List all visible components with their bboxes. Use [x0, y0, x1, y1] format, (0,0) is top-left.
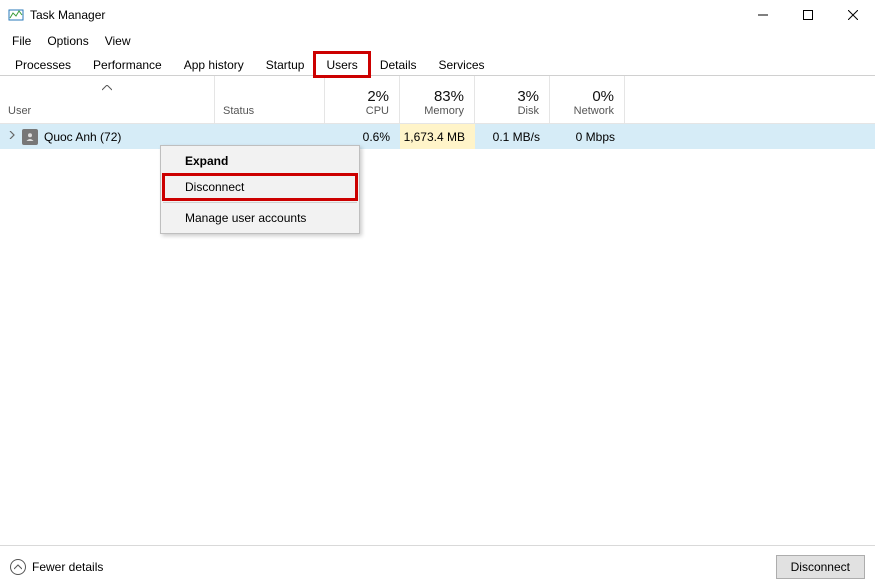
menu-bar: File Options View: [0, 30, 875, 52]
network-percent: 0%: [592, 88, 614, 105]
disk-label: Disk: [518, 105, 539, 117]
tab-users[interactable]: Users: [315, 53, 368, 76]
tab-processes[interactable]: Processes: [4, 53, 82, 76]
user-avatar-icon: [22, 129, 38, 145]
chevron-up-circle-icon: [10, 559, 26, 575]
memory-percent: 83%: [434, 88, 464, 105]
user-name: Quoc Anh (72): [44, 130, 121, 144]
window-title: Task Manager: [30, 8, 740, 22]
title-bar: Task Manager: [0, 0, 875, 30]
fewer-details-label: Fewer details: [32, 560, 103, 574]
expand-caret-icon[interactable]: [8, 131, 16, 142]
maximize-button[interactable]: [785, 0, 830, 30]
tab-details[interactable]: Details: [369, 53, 428, 76]
fewer-details-button[interactable]: Fewer details: [10, 559, 103, 575]
network-label: Network: [574, 105, 614, 117]
column-header-disk[interactable]: 3% Disk: [475, 76, 550, 123]
disk-percent: 3%: [517, 88, 539, 105]
context-menu: Expand Disconnect Manage user accounts: [160, 145, 360, 234]
cpu-percent: 2%: [367, 88, 389, 105]
column-header-row: User Status 2% CPU 83% Memory 3% Disk 0%…: [0, 76, 875, 124]
memory-label: Memory: [424, 105, 464, 117]
sort-chevron-icon: [102, 80, 112, 94]
user-cell: Quoc Anh (72): [0, 129, 215, 145]
memory-cell: 1,673.4 MB: [400, 124, 475, 149]
menu-file[interactable]: File: [4, 32, 39, 50]
menu-view[interactable]: View: [97, 32, 139, 50]
column-label-status: Status: [223, 105, 254, 117]
close-button[interactable]: [830, 0, 875, 30]
disconnect-button[interactable]: Disconnect: [776, 555, 865, 579]
tab-services[interactable]: Services: [428, 53, 496, 76]
column-header-status[interactable]: Status: [215, 76, 325, 123]
app-icon: [8, 7, 24, 23]
cpu-cell: 0.6%: [325, 130, 400, 144]
network-cell: 0 Mbps: [550, 130, 625, 144]
footer-bar: Fewer details Disconnect: [0, 545, 875, 587]
disk-cell: 0.1 MB/s: [475, 130, 550, 144]
tab-app-history[interactable]: App history: [173, 53, 255, 76]
cpu-label: CPU: [366, 105, 389, 117]
column-header-network[interactable]: 0% Network: [550, 76, 625, 123]
tab-startup[interactable]: Startup: [255, 53, 316, 76]
tab-strip: Processes Performance App history Startu…: [0, 52, 875, 76]
menu-options[interactable]: Options: [39, 32, 96, 50]
context-menu-separator: [163, 202, 357, 203]
user-row[interactable]: Quoc Anh (72) 0.6% 1,673.4 MB 0.1 MB/s 0…: [0, 124, 875, 149]
window-controls: [740, 0, 875, 30]
column-header-user[interactable]: User: [0, 76, 215, 123]
context-menu-disconnect[interactable]: Disconnect: [163, 174, 357, 200]
column-header-memory[interactable]: 83% Memory: [400, 76, 475, 123]
context-menu-expand[interactable]: Expand: [163, 148, 357, 174]
tab-performance[interactable]: Performance: [82, 53, 173, 76]
column-header-cpu[interactable]: 2% CPU: [325, 76, 400, 123]
context-menu-manage-accounts[interactable]: Manage user accounts: [163, 205, 357, 231]
column-label-user: User: [8, 105, 214, 117]
minimize-button[interactable]: [740, 0, 785, 30]
